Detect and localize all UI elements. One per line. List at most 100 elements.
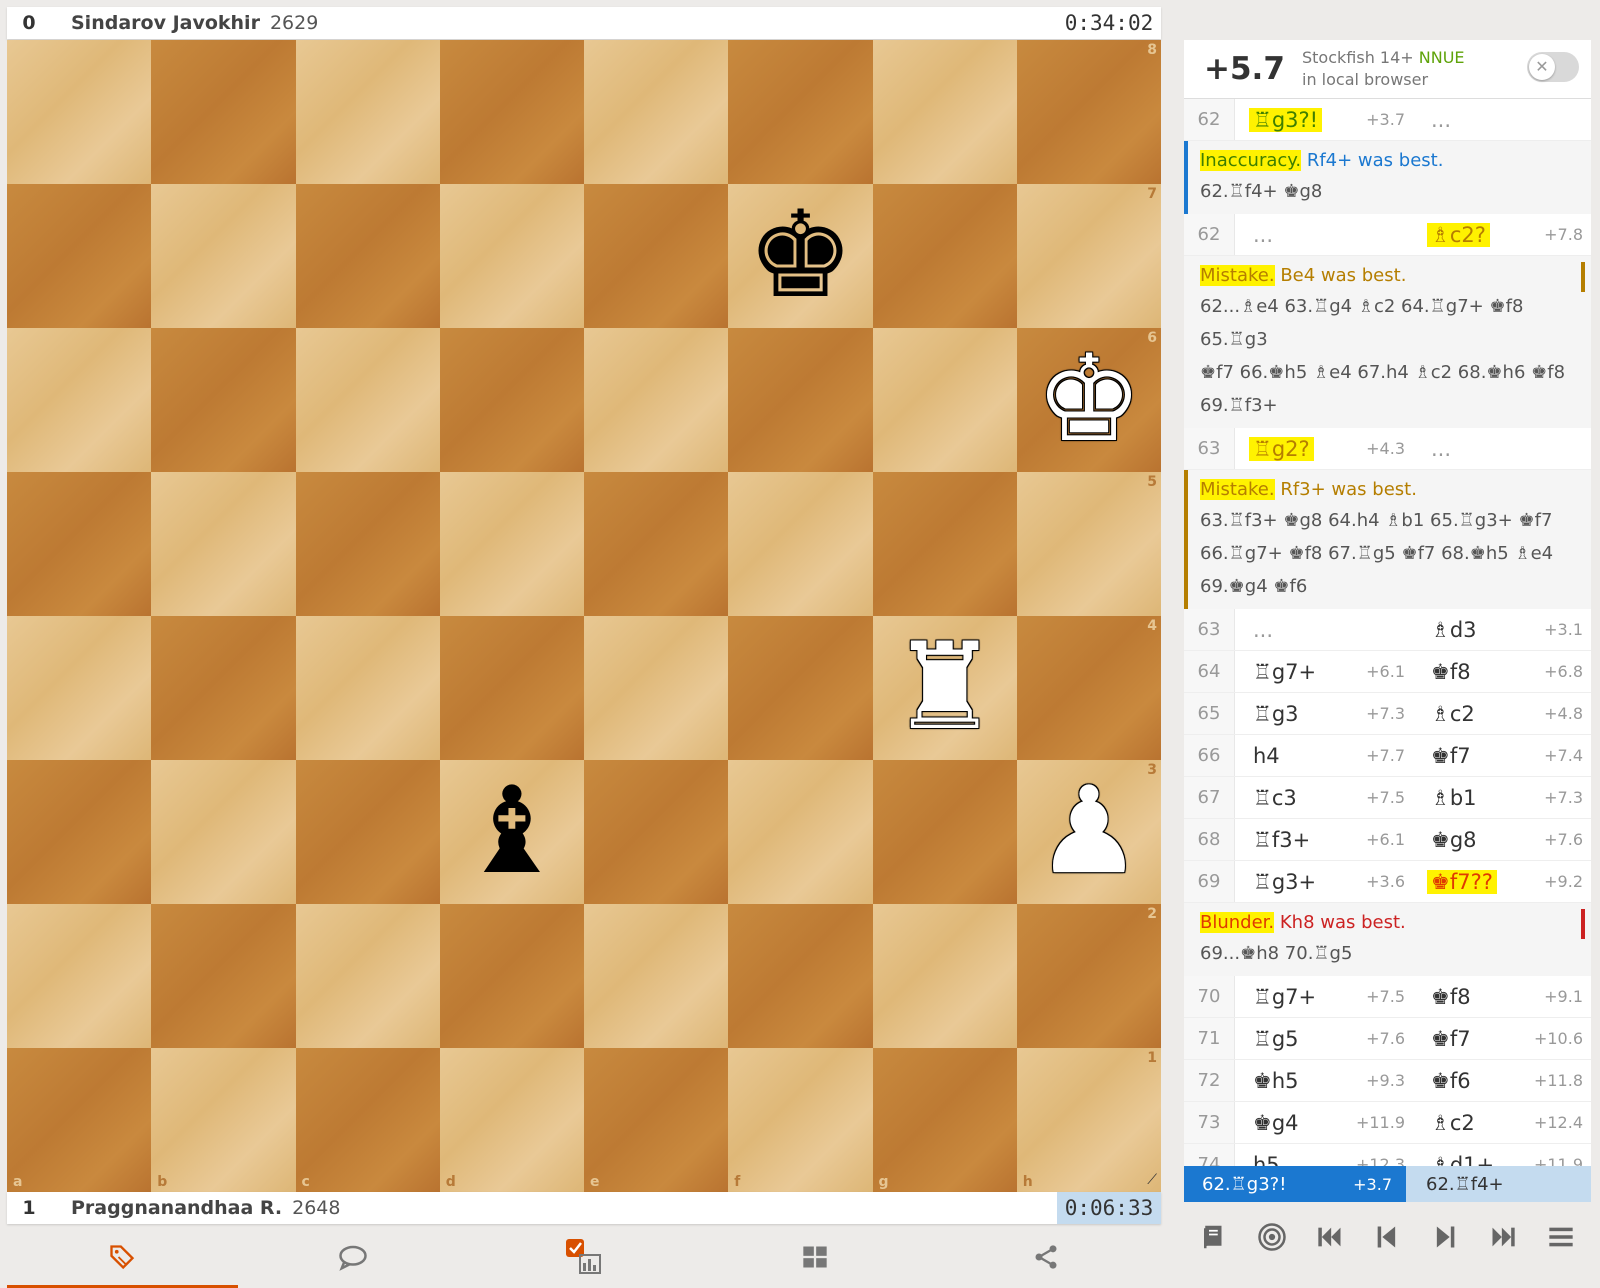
- black-king-piece[interactable]: ♚: [747, 196, 855, 316]
- square-f7[interactable]: ♚: [728, 184, 873, 328]
- square-e7[interactable]: [584, 184, 729, 328]
- square-c7[interactable]: [295, 184, 440, 328]
- menu-button[interactable]: [1537, 1213, 1585, 1261]
- black-bishop-piece[interactable]: ♝: [458, 772, 566, 892]
- square-b4[interactable]: [151, 616, 296, 760]
- move-black[interactable]: ♚f7 +7.4: [1413, 735, 1591, 776]
- tool-board-layout[interactable]: [699, 1226, 930, 1288]
- opening-explorer-button[interactable]: [1190, 1213, 1238, 1261]
- move-white[interactable]: ...: [1235, 609, 1413, 650]
- board-resize-handle-icon[interactable]: ⟋: [1147, 1172, 1157, 1188]
- move-black[interactable]: ♗b1 +7.3: [1413, 777, 1591, 818]
- square-e6[interactable]: [584, 328, 729, 472]
- move-white[interactable]: ♖g7+ +7.5: [1235, 976, 1413, 1017]
- square-h2[interactable]: 2: [1016, 904, 1161, 1048]
- white-rook-piece[interactable]: ♜: [891, 628, 999, 748]
- square-a4[interactable]: [7, 616, 152, 760]
- square-a2[interactable]: [7, 904, 152, 1048]
- square-a3[interactable]: [7, 760, 152, 904]
- square-c3[interactable]: [295, 760, 440, 904]
- square-b1[interactable]: b: [151, 1048, 296, 1192]
- square-b5[interactable]: [151, 472, 296, 616]
- square-a7[interactable]: [7, 184, 152, 328]
- move-white[interactable]: ♚h5 +9.3: [1235, 1060, 1413, 1101]
- square-h7[interactable]: 7: [1016, 184, 1161, 328]
- variation-line[interactable]: 69.♚g4 ♚f6: [1200, 570, 1591, 603]
- variation-line[interactable]: 69...♚h8 70.♖g5: [1200, 937, 1591, 970]
- move-white[interactable]: ♖g5 +7.6: [1235, 1018, 1413, 1059]
- square-e3[interactable]: [584, 760, 729, 904]
- move-black[interactable]: ♚f7?? +9.2: [1413, 861, 1591, 902]
- square-e5[interactable]: [584, 472, 729, 616]
- move-white[interactable]: ♖g3+ +3.6: [1235, 861, 1413, 902]
- engine-toggle[interactable]: ✕: [1527, 52, 1579, 82]
- square-d3[interactable]: ♝: [439, 760, 584, 904]
- square-b3[interactable]: [151, 760, 296, 904]
- tool-share[interactable]: [930, 1226, 1161, 1288]
- variation-line[interactable]: 66.♖g7+ ♚f8 67.♖g5 ♚f7 68.♚h5 ♗e4: [1200, 537, 1591, 570]
- square-h1[interactable]: 1h: [1016, 1048, 1161, 1192]
- move-white[interactable]: ♖g2? +4.3: [1235, 428, 1413, 469]
- white-pawn-piece[interactable]: ♟: [1035, 772, 1143, 892]
- square-c6[interactable]: [295, 328, 440, 472]
- move-white[interactable]: ♖c3 +7.5: [1235, 777, 1413, 818]
- variation-line[interactable]: 62...♗e4 63.♖g4 ♗c2 64.♖g7+ ♚f8 65.♖g3: [1200, 290, 1591, 356]
- move-black[interactable]: ♚g8 +7.6: [1413, 819, 1591, 860]
- square-g3[interactable]: [872, 760, 1017, 904]
- square-e1[interactable]: e: [584, 1048, 729, 1192]
- variation-line[interactable]: ♚f7 66.♚h5 ♗e4 67.h4 ♗c2 68.♚h6 ♚f8: [1200, 356, 1591, 389]
- square-c1[interactable]: c: [295, 1048, 440, 1192]
- square-d5[interactable]: [439, 472, 584, 616]
- square-f5[interactable]: [728, 472, 873, 616]
- practice-button[interactable]: [1248, 1213, 1296, 1261]
- square-h3[interactable]: 3 ♟: [1016, 760, 1161, 904]
- square-c8[interactable]: [295, 40, 440, 184]
- square-g4[interactable]: ♜: [872, 616, 1017, 760]
- first-move-button[interactable]: [1306, 1213, 1354, 1261]
- next-move-button[interactable]: [1421, 1213, 1469, 1261]
- previous-move-button[interactable]: [1363, 1213, 1411, 1261]
- move-black[interactable]: ♚f8 +9.1: [1413, 976, 1591, 1017]
- move-black[interactable]: ♚f8 +6.8: [1413, 651, 1591, 692]
- square-a5[interactable]: [7, 472, 152, 616]
- square-b6[interactable]: [151, 328, 296, 472]
- square-h4[interactable]: 4: [1016, 616, 1161, 760]
- square-f4[interactable]: [728, 616, 873, 760]
- white-king-piece[interactable]: ♚: [1035, 340, 1143, 460]
- square-c4[interactable]: [295, 616, 440, 760]
- square-g2[interactable]: [872, 904, 1017, 1048]
- move-white[interactable]: ♖g3 +7.3: [1235, 693, 1413, 734]
- square-a8[interactable]: [7, 40, 152, 184]
- square-f1[interactable]: f: [728, 1048, 873, 1192]
- square-d7[interactable]: [439, 184, 584, 328]
- square-e2[interactable]: [584, 904, 729, 1048]
- pv-line-2[interactable]: 62.♖f4+: [1406, 1166, 1591, 1202]
- pv-line-1[interactable]: 62.♖g3?! +3.7: [1184, 1166, 1406, 1202]
- move-white[interactable]: h4 +7.7: [1235, 735, 1413, 776]
- move-black[interactable]: ♗c2 +12.4: [1413, 1102, 1591, 1143]
- square-f8[interactable]: [728, 40, 873, 184]
- square-d8[interactable]: [439, 40, 584, 184]
- tool-computer-analysis[interactable]: [469, 1226, 700, 1288]
- move-black[interactable]: ♚f7 +10.6: [1413, 1018, 1591, 1059]
- move-white[interactable]: ♖f3+ +6.1: [1235, 819, 1413, 860]
- square-g6[interactable]: [872, 328, 1017, 472]
- square-h8[interactable]: 8: [1016, 40, 1161, 184]
- move-black[interactable]: ♗d3 +3.1: [1413, 609, 1591, 650]
- square-d1[interactable]: d: [439, 1048, 584, 1192]
- tool-tags[interactable]: [7, 1226, 238, 1288]
- square-h6[interactable]: 6 ♚: [1016, 328, 1161, 472]
- chess-board[interactable]: 8 ♚ 7 6 ♚ 5 ♜ 4 ♝ 3 ♟ 2 a b c d e f g 1 h ⟋: [7, 40, 1161, 1192]
- square-d2[interactable]: [439, 904, 584, 1048]
- top-player-name[interactable]: Sindarov Javokhir: [71, 12, 260, 34]
- move-white[interactable]: ♖g3?! +3.7: [1235, 99, 1413, 140]
- square-f2[interactable]: [728, 904, 873, 1048]
- move-white[interactable]: ♚g4 +11.9: [1235, 1102, 1413, 1143]
- square-g1[interactable]: g: [872, 1048, 1017, 1192]
- square-a6[interactable]: [7, 328, 152, 472]
- square-c5[interactable]: [295, 472, 440, 616]
- last-move-button[interactable]: [1479, 1213, 1527, 1261]
- square-a1[interactable]: a: [7, 1048, 152, 1192]
- variation-line[interactable]: 62.♖f4+ ♚g8: [1200, 175, 1591, 208]
- move-white[interactable]: ♖g7+ +6.1: [1235, 651, 1413, 692]
